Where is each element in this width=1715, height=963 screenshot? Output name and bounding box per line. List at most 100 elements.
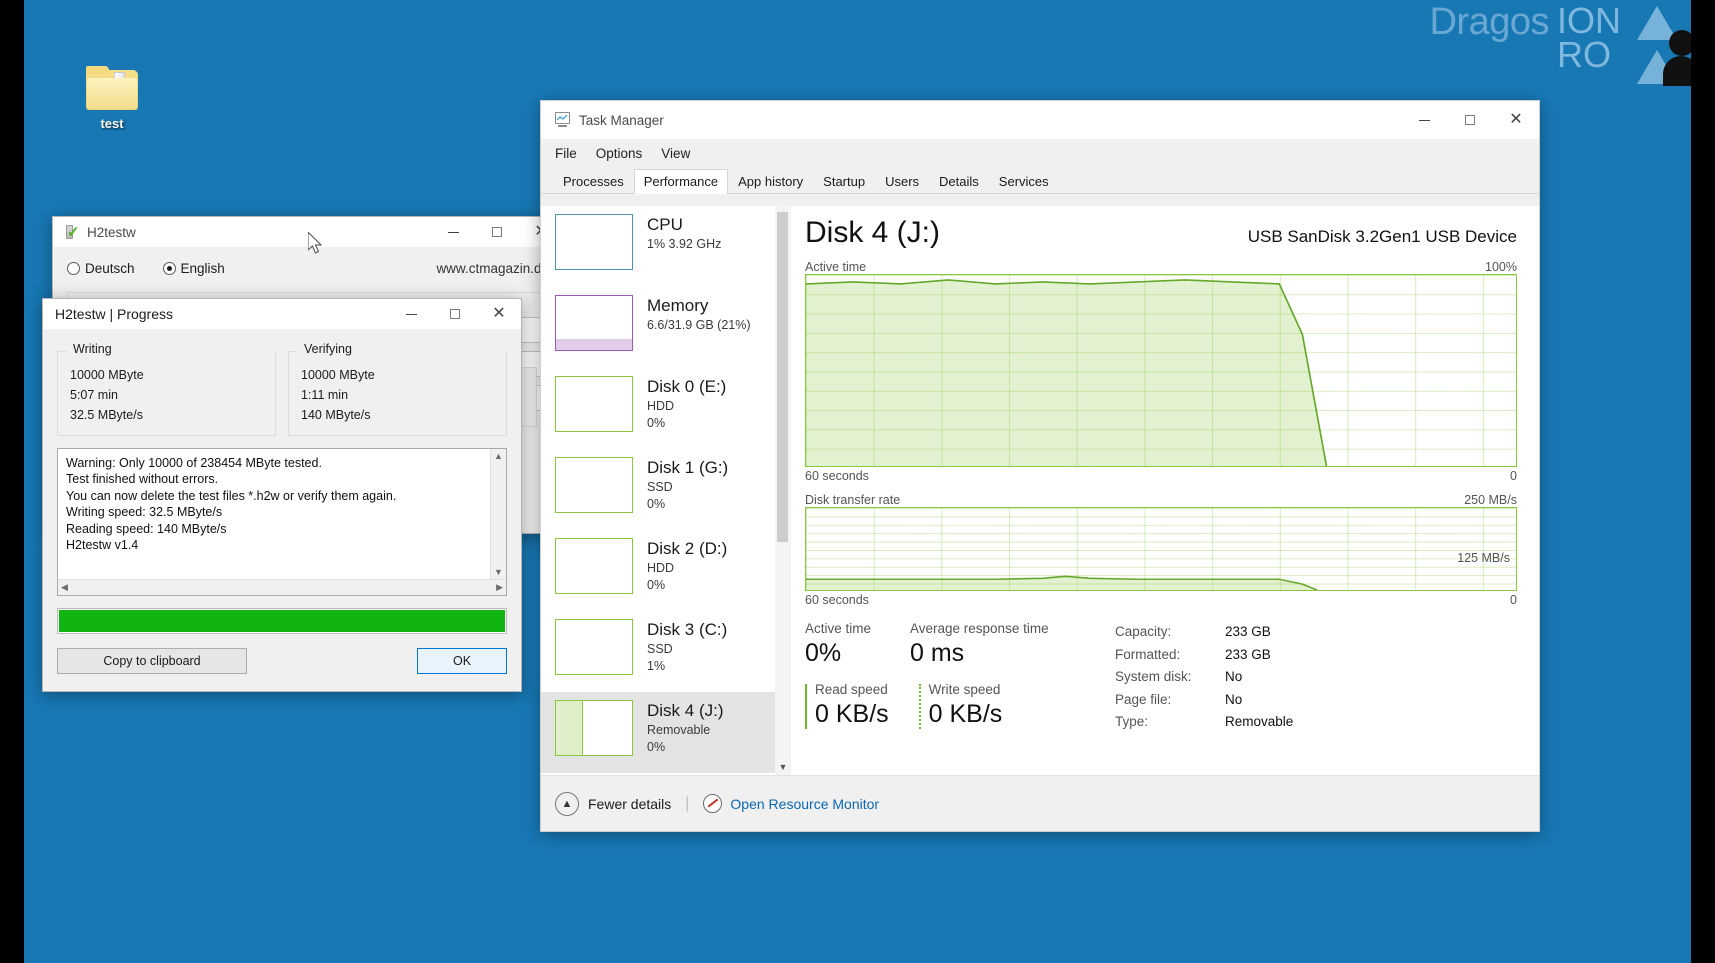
disk-info-value: No (1225, 689, 1242, 712)
tab-processes[interactable]: Processes (553, 169, 634, 194)
sidebar-item-text: Disk 2 (D:)HDD0% (647, 538, 727, 594)
taskmgr-minimize-button[interactable] (1401, 101, 1447, 139)
disk-info-row: Page file:No (1115, 689, 1293, 712)
radio-english[interactable]: English (163, 261, 225, 276)
footer-divider: | (685, 795, 689, 813)
taskmgr-maximize-button[interactable] (1447, 101, 1493, 139)
tab-users[interactable]: Users (875, 169, 929, 194)
write-speed-label: Write speed (929, 682, 1003, 697)
log-line: Writing speed: 32.5 MByte/s (66, 504, 498, 520)
sidebar-item-disk-4-j[interactable]: Disk 4 (J:)Removable0% (541, 692, 791, 773)
sidebar-item-cpu[interactable]: CPU1% 3.92 GHz (541, 206, 791, 287)
sidebar-item-disk-3-c[interactable]: Disk 3 (C:)SSD1% (541, 611, 791, 692)
disk-info-row: Formatted:233 GB (1115, 644, 1293, 667)
sidebar-scroll-thumb[interactable] (777, 212, 788, 542)
sidebar-mini-graph (555, 376, 633, 432)
sidebar-item-disk-1-g[interactable]: Disk 1 (G:)SSD0% (541, 449, 791, 530)
sidebar-item-text: Disk 0 (E:)HDD0% (647, 376, 726, 432)
menu-view[interactable]: View (661, 143, 701, 164)
disk-info-value: Removable (1225, 711, 1293, 734)
scroll-left-icon[interactable]: ◀ (61, 582, 68, 593)
h2testw-maximize-button[interactable] (475, 217, 519, 247)
sidebar-item-label: Disk 2 (D:) (647, 538, 727, 560)
read-speed-value: 0 KB/s (815, 697, 889, 731)
disk-info-row: Capacity:233 GB (1115, 621, 1293, 644)
taskmgr-footer: ▲ Fewer details | Open Resource Monitor (541, 775, 1539, 831)
sidebar-item-text: Memory6.6/31.9 GB (21%) (647, 295, 751, 334)
progress-close-button[interactable]: ✕ (477, 299, 521, 329)
progress-minimize-button[interactable] (389, 299, 433, 329)
tab-services[interactable]: Services (989, 169, 1059, 194)
taskmgr-titlebar[interactable]: Task Manager ✕ (541, 101, 1539, 139)
transfer-rate-graph: 125 MB/s (805, 507, 1517, 591)
active-time-graph-label: Active time (805, 260, 866, 274)
sidebar-mini-graph (555, 619, 633, 675)
scroll-up-icon[interactable]: ▲ (494, 449, 503, 463)
sidebar-scrollbar[interactable]: ▲ ▼ (775, 206, 791, 775)
tab-startup[interactable]: Startup (813, 169, 875, 194)
ok-button[interactable]: OK (417, 648, 507, 674)
task-manager-app-icon (553, 112, 571, 128)
chevron-up-icon[interactable]: ▲ (555, 792, 579, 816)
sidebar-item-sub1: 6.6/31.9 GB (21%) (647, 317, 751, 334)
task-manager-window: Task Manager ✕ File Options View Process… (540, 100, 1540, 832)
radio-deutsch[interactable]: Deutsch (67, 261, 135, 276)
sidebar-item-sub1: SSD (647, 641, 727, 658)
detail-title: Disk 4 (J:) (805, 216, 940, 250)
active-time-x-label: 60 seconds (805, 469, 869, 483)
sidebar-item-disk-2-d[interactable]: Disk 2 (D:)HDD0% (541, 530, 791, 611)
h2testw-progress-window: H2testw | Progress ✕ Writing 10000 MByte… (42, 298, 522, 692)
scroll-down-icon[interactable]: ▼ (494, 565, 503, 579)
sidebar-mini-graph (555, 214, 633, 270)
tab-performance[interactable]: Performance (634, 169, 728, 194)
sidebar-item-sub2: 0% (647, 577, 727, 594)
log-textarea[interactable]: Warning: Only 10000 of 238454 MByte test… (57, 448, 507, 596)
sidebar-item-text: Disk 4 (J:)Removable0% (647, 700, 724, 756)
log-horizontal-scrollbar[interactable]: ◀ ▶ (58, 579, 506, 595)
sidebar-scroll-up-icon[interactable]: ▲ (775, 206, 791, 208)
mouse-cursor (308, 232, 326, 258)
sidebar-item-sub1: Removable (647, 722, 724, 739)
menu-file[interactable]: File (555, 143, 588, 164)
sidebar-item-label: Memory (647, 295, 751, 317)
tab-app-history[interactable]: App history (728, 169, 813, 194)
transfer-rate-graph-max: 250 MB/s (1464, 493, 1517, 507)
write-speed-stat: Write speed 0 KB/s (919, 682, 1003, 731)
h2testw-app-icon: ✓ (63, 224, 79, 240)
menu-options[interactable]: Options (596, 143, 654, 164)
screen-bezel-left (0, 0, 24, 963)
stat-active-time-label: Active time (805, 621, 910, 636)
h2testw-minimize-button[interactable] (431, 217, 475, 247)
log-vertical-scrollbar[interactable]: ▲ ▼ (490, 449, 506, 579)
taskmgr-close-button[interactable]: ✕ (1493, 101, 1539, 139)
desktop-icon-test-folder[interactable]: test (72, 66, 152, 131)
performance-sidebar[interactable]: ▲ ▼ CPU1% 3.92 GHz Memory6.6/31.9 GB (21%… (541, 206, 791, 775)
sidebar-item-sub2: 1% (647, 658, 727, 675)
tab-details[interactable]: Details (929, 169, 989, 194)
active-time-graph-max: 100% (1485, 260, 1517, 274)
sidebar-scroll-down-icon[interactable]: ▼ (775, 759, 791, 775)
disk-info-key: Formatted: (1115, 644, 1225, 667)
active-time-graph (805, 274, 1517, 467)
progress-maximize-button[interactable] (433, 299, 477, 329)
sidebar-item-disk-0-e[interactable]: Disk 0 (E:)HDD0% (541, 368, 791, 449)
progress-titlebar[interactable]: H2testw | Progress ✕ (43, 299, 521, 329)
radio-deutsch-label: Deutsch (85, 261, 135, 276)
sidebar-item-sub1: 1% 3.92 GHz (647, 236, 721, 253)
writing-size: 10000 MByte (70, 365, 263, 385)
transfer-rate-mid-label: 125 MB/s (1457, 551, 1510, 565)
sidebar-item-memory[interactable]: Memory6.6/31.9 GB (21%) (541, 287, 791, 368)
open-resource-monitor-link[interactable]: Open Resource Monitor (730, 796, 879, 812)
fewer-details-button[interactable]: Fewer details (588, 796, 671, 812)
sidebar-item-label: Disk 0 (E:) (647, 376, 726, 398)
scroll-right-icon[interactable]: ▶ (496, 582, 503, 593)
taskmgr-content: ▲ ▼ CPU1% 3.92 GHz Memory6.6/31.9 GB (21%… (541, 206, 1539, 775)
taskmgr-tabstrip: ProcessesPerformanceApp historyStartupUs… (541, 166, 1539, 194)
sidebar-item-sub2: 0% (647, 496, 728, 513)
disk-info-key: Capacity: (1115, 621, 1225, 644)
log-line: Warning: Only 10000 of 238454 MByte test… (66, 455, 498, 471)
h2testw-website-link[interactable]: www.ctmagazin.de (436, 261, 549, 276)
sidebar-item-label: Disk 1 (G:) (647, 457, 728, 479)
copy-to-clipboard-button[interactable]: Copy to clipboard (57, 648, 247, 674)
sidebar-mini-graph (555, 457, 633, 513)
